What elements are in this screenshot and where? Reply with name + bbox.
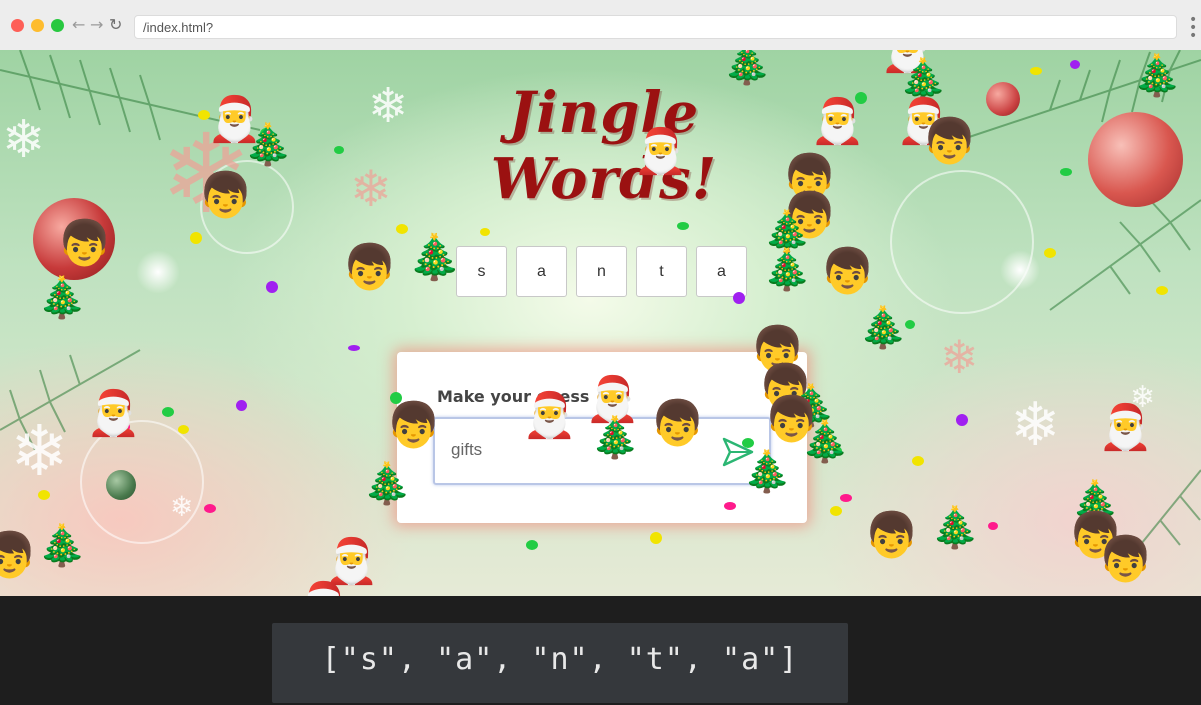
christmas-tree-emoji: 🎄 (930, 505, 980, 551)
boy-emoji: 👦 (198, 170, 253, 221)
glow-light (1000, 250, 1040, 290)
confetti-piece (650, 532, 662, 544)
snowflake-icon: ❄ (368, 78, 409, 134)
forward-arrow-icon[interactable]: → (90, 15, 103, 35)
santa-emoji: 🎅 (1098, 402, 1153, 453)
christmas-tree-emoji: 🎄 (762, 209, 812, 255)
snowflake-icon: ❄ (2, 110, 46, 170)
christmas-tree-emoji: 🎄 (858, 305, 908, 351)
confetti-piece (190, 232, 202, 244)
confetti-piece (178, 425, 189, 434)
green-bauble (106, 470, 136, 500)
close-window-button[interactable] (11, 19, 24, 32)
christmas-tree-emoji: 🎄 (722, 50, 772, 87)
boy-emoji: 👦 (1098, 534, 1153, 585)
browser-menu-icon[interactable]: • • • (1189, 13, 1197, 43)
christmas-tree-emoji: 🎄 (800, 419, 850, 465)
game-page: ❄ ❄ ❄ ❄ ❄ ❄ ❄ ❄ ❄ Jingle Words! s a n t … (0, 50, 1201, 596)
christmas-tree-emoji: 🎄 (37, 523, 87, 569)
confetti-piece (162, 407, 174, 417)
letter-tile: n (576, 246, 627, 297)
confetti-piece (236, 400, 247, 411)
address-bar[interactable]: /index.html? (134, 15, 1177, 39)
confetti-piece (742, 438, 754, 448)
boy-emoji: 👦 (386, 400, 441, 451)
swirl-ornament (890, 170, 1034, 314)
snowflake-icon: ❄ (1010, 390, 1061, 460)
letter-tile: s (456, 246, 507, 297)
minimize-window-button[interactable] (31, 19, 44, 32)
boy-emoji: 👦 (342, 242, 397, 293)
snowflake-icon: ❄ (940, 330, 979, 384)
confetti-piece (840, 494, 852, 502)
red-bauble (1088, 112, 1183, 207)
glow-light (136, 250, 180, 294)
santa-emoji: 🎅 (633, 126, 688, 177)
console-output: ["s", "a", "n", "t", "a"] (272, 623, 848, 703)
boy-emoji: 👦 (820, 246, 875, 297)
confetti-piece (266, 281, 278, 293)
letter-tile: a (696, 246, 747, 297)
snowflake-icon: ❄ (170, 490, 194, 523)
confetti-piece (956, 414, 968, 426)
christmas-tree-emoji: 🎄 (898, 57, 948, 103)
confetti-piece (1044, 248, 1056, 258)
snowflake-icon: ❄ (10, 410, 69, 492)
back-arrow-icon[interactable]: ← (72, 15, 85, 35)
santa-emoji: 🎅 (324, 536, 379, 587)
confetti-piece (348, 345, 360, 351)
confetti-piece (526, 540, 538, 550)
christmas-tree-emoji: 🎄 (762, 247, 812, 293)
confetti-piece (480, 228, 490, 236)
christmas-tree-emoji: 🎄 (37, 275, 87, 321)
game-title: Jingle Words! (490, 80, 718, 212)
confetti-piece (912, 456, 924, 466)
confetti-piece (1060, 168, 1072, 176)
maximize-window-button[interactable] (51, 19, 64, 32)
boy-emoji: 👦 (57, 218, 112, 269)
santa-emoji: 🎅 (86, 388, 141, 439)
boy-emoji: 👦 (0, 530, 37, 581)
christmas-tree-emoji: 🎄 (742, 449, 792, 495)
letter-tile: a (516, 246, 567, 297)
confetti-piece (334, 146, 344, 154)
christmas-tree-emoji: 🎄 (590, 415, 640, 461)
confetti-piece (38, 490, 50, 500)
christmas-tree-emoji: 🎄 (243, 122, 293, 168)
confetti-piece (724, 502, 736, 510)
browser-toolbar: ← → ↻ /index.html? • • • (0, 0, 1201, 51)
confetti-piece (1070, 60, 1080, 69)
boy-emoji: 👦 (864, 510, 919, 561)
reload-icon[interactable]: ↻ (109, 15, 122, 35)
red-bauble (986, 82, 1020, 116)
confetti-piece (1156, 286, 1168, 295)
boy-emoji: 👦 (922, 116, 977, 167)
santa-emoji: 🎅 (810, 96, 865, 147)
santa-emoji: 🎅 (522, 390, 577, 441)
confetti-piece (677, 222, 689, 230)
confetti-piece (1030, 67, 1042, 75)
boy-emoji: 👦 (650, 398, 705, 449)
confetti-piece (988, 522, 998, 530)
confetti-piece (830, 506, 842, 516)
christmas-tree-emoji: 🎄 (1132, 53, 1182, 99)
christmas-tree-emoji: 🎄 (362, 461, 412, 507)
snowflake-icon: ❄ (350, 160, 392, 218)
console-text: ["s", "a", "n", "t", "a"] (321, 642, 799, 677)
confetti-piece (733, 292, 745, 304)
christmas-tree-emoji: 🎄 (407, 232, 462, 283)
santa-emoji: 🎅 (296, 584, 351, 597)
letter-tile: t (636, 246, 687, 297)
confetti-piece (204, 504, 216, 513)
